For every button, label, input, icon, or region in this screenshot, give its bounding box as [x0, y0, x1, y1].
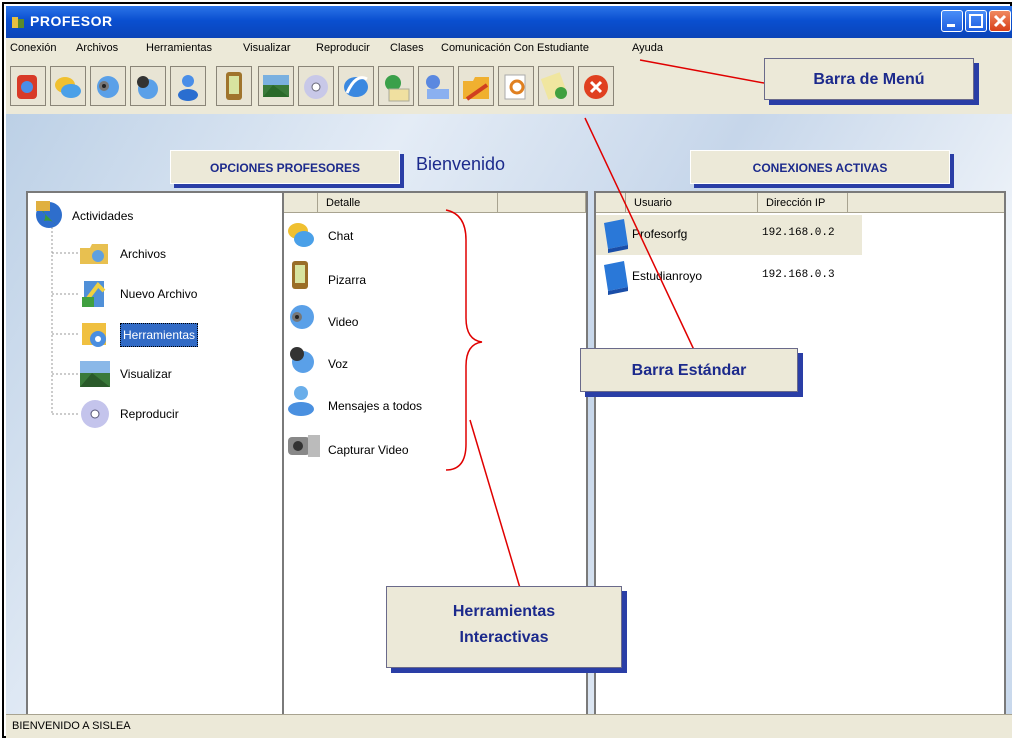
connection-user-1: Profesorfg — [632, 227, 688, 241]
archivos-folder-icon — [80, 244, 108, 264]
connections-ip-header[interactable]: Dirección IP — [758, 193, 848, 213]
welcome-text: Bienvenido — [416, 154, 506, 174]
menu-herramientas[interactable]: Herramientas — [146, 42, 212, 54]
activities-tree-pane: Actividades Archivos Nuevo Archivo Herra… — [26, 191, 284, 717]
opciones-profesores-header[interactable]: OPCIONES PROFESORES — [170, 150, 400, 184]
whiteboard-icon — [226, 72, 242, 100]
menu-conexion[interactable]: Conexión — [10, 42, 56, 54]
detail-item-voz[interactable]: Voz — [328, 357, 348, 371]
detail-item-mensajes[interactable]: Mensajes a todos — [328, 399, 422, 413]
window-title: PROFESOR — [30, 13, 113, 29]
tree-item-reproducir[interactable]: Reproducir — [120, 407, 179, 421]
activities-globe-icon — [36, 201, 62, 228]
whiteboard-button[interactable] — [216, 66, 252, 106]
profile-button[interactable] — [170, 66, 206, 106]
tree-item-actividades[interactable]: Actividades — [72, 209, 133, 223]
title-bar[interactable]: PROFESOR — [6, 6, 1012, 38]
chat-button[interactable] — [50, 66, 86, 106]
user-book-icon — [604, 219, 628, 253]
notes-button[interactable] — [538, 66, 574, 106]
user-book-icon — [604, 261, 628, 295]
mail-button[interactable] — [378, 66, 414, 106]
connections-extra-header — [848, 193, 1004, 213]
callout-tools-line1: Herramientas — [452, 603, 556, 620]
broadcast-tool-icon — [288, 386, 314, 416]
conexiones-activas-header[interactable]: CONEXIONES ACTIVAS — [690, 150, 950, 184]
connections-blank-header — [596, 193, 626, 213]
detail-item-pizarra[interactable]: Pizarra — [328, 273, 366, 287]
visualize-icon — [263, 75, 289, 97]
maximize-icon — [969, 14, 983, 28]
connect-icon — [17, 75, 37, 99]
tree-connector-lines — [51, 227, 78, 415]
status-text: BIENVENIDO A SISLEA — [12, 720, 131, 732]
internet-icon — [344, 76, 368, 97]
connection-ip-2: 192.168.0.3 — [762, 269, 835, 281]
menu-archivos[interactable]: Archivos — [76, 42, 118, 54]
connect-button[interactable] — [10, 66, 46, 106]
details-blank-header — [284, 193, 318, 213]
folder-button[interactable] — [458, 66, 494, 106]
voice-tool-icon — [290, 347, 314, 373]
menu-comunicacion[interactable]: Comunicación Con Estudiante — [441, 42, 589, 54]
status-bar: BIENVENIDO A SISLEA — [6, 714, 1012, 738]
whiteboard-tool-icon — [292, 261, 308, 289]
menu-ayuda[interactable]: Ayuda — [632, 42, 663, 54]
close-button[interactable] — [989, 10, 1011, 32]
details-extra-header — [498, 193, 586, 213]
details-column-header[interactable]: Detalle — [318, 193, 498, 213]
notes-icon — [540, 72, 568, 100]
video-button[interactable] — [90, 66, 126, 106]
files-icon — [426, 75, 449, 99]
detail-item-video[interactable]: Video — [328, 315, 358, 329]
connection-row-1[interactable]: Profesorfg 192.168.0.2 — [596, 215, 862, 255]
callout-tools-line2: Interactivas — [459, 629, 549, 646]
menu-clases[interactable]: Clases — [390, 42, 424, 54]
tree-item-herramientas[interactable]: Herramientas — [120, 323, 199, 347]
app-icon — [12, 17, 24, 28]
minimize-button[interactable] — [941, 10, 963, 32]
play-icon — [304, 75, 328, 99]
folder-icon — [463, 77, 489, 101]
play-button[interactable] — [298, 66, 334, 106]
mail-icon — [385, 75, 410, 102]
connections-user-header[interactable]: Usuario — [626, 193, 758, 213]
video-tool-icon — [290, 305, 314, 329]
tools-icon — [82, 323, 106, 347]
menu-reproducir[interactable]: Reproducir — [316, 42, 370, 54]
tree-item-visualizar[interactable]: Visualizar — [120, 367, 172, 381]
chat-tool-icon — [288, 223, 314, 247]
tree-item-nuevo-archivo[interactable]: Nuevo Archivo — [120, 287, 197, 301]
files-button[interactable] — [418, 66, 454, 106]
close-icon — [584, 75, 608, 99]
new-file-icon — [82, 281, 106, 307]
user-icon — [178, 75, 198, 101]
menu-visualizar[interactable]: Visualizar — [243, 42, 291, 54]
search-icon — [504, 74, 526, 100]
voice-button[interactable] — [130, 66, 166, 106]
video-icon — [97, 76, 119, 98]
play-disc-icon — [81, 400, 109, 428]
capture-video-tool-icon — [288, 435, 320, 457]
internet-button[interactable] — [338, 66, 374, 106]
visualize-button[interactable] — [258, 66, 294, 106]
voice-icon — [137, 76, 158, 99]
connection-user-2: Estudianroyo — [632, 269, 703, 283]
maximize-button[interactable] — [965, 10, 987, 32]
detail-item-chat[interactable]: Chat — [328, 229, 353, 243]
detail-item-capturar[interactable]: Capturar Video — [328, 443, 409, 457]
connection-ip-1: 192.168.0.2 — [762, 227, 835, 239]
exit-button[interactable] — [578, 66, 614, 106]
minimize-icon — [947, 24, 955, 27]
callout-barra-menu: Barra de Menú — [764, 58, 974, 100]
close-window-icon — [993, 14, 1007, 28]
callout-herramientas-interactivas: Herramientas Interactivas — [386, 586, 622, 668]
visualize-tree-icon — [80, 361, 110, 387]
connections-pane: Usuario Dirección IP Profesorfg 192.168.… — [594, 191, 1006, 717]
tree-item-archivos[interactable]: Archivos — [120, 247, 166, 261]
chat-icon — [55, 77, 81, 98]
search-button[interactable] — [498, 66, 534, 106]
connection-row-2[interactable]: Estudianroyo 192.168.0.3 — [596, 257, 862, 297]
callout-barra-estandar: Barra Estándar — [580, 348, 798, 392]
